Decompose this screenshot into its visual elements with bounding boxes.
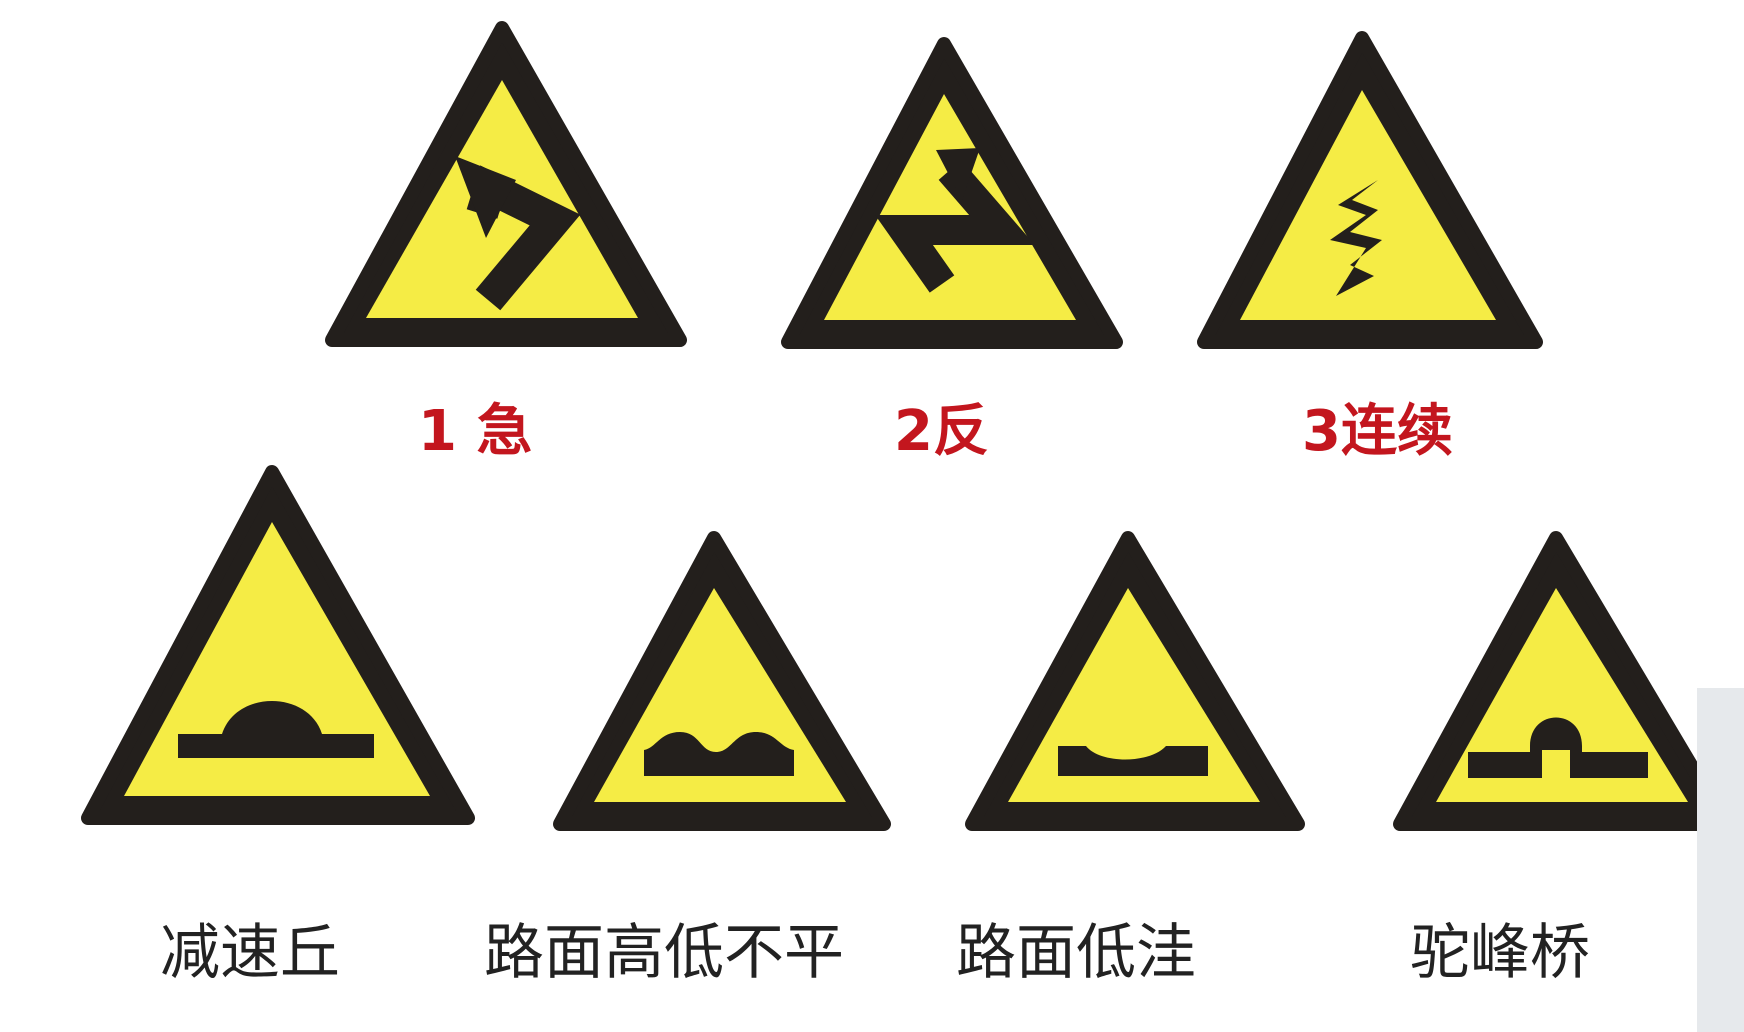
label-hump-bridge: 驼峰桥 xyxy=(1410,918,1590,988)
label-speed-bump: 减速丘 xyxy=(160,918,340,988)
signs-canvas xyxy=(81,21,1733,831)
sign-hump-bridge xyxy=(1393,531,1733,831)
label-uneven-road: 路面高低不平 xyxy=(484,918,844,988)
sign-uneven-road xyxy=(553,531,891,831)
sign-winding-road xyxy=(1197,31,1543,349)
side-panel xyxy=(1697,688,1744,1032)
sign-sharp-curve xyxy=(325,21,687,347)
label-reverse-curve: 2反 xyxy=(894,399,989,464)
label-road-dip: 路面低洼 xyxy=(956,918,1196,988)
label-winding-road: 3连续 xyxy=(1302,399,1453,464)
sign-speed-bump xyxy=(81,465,475,825)
sign-board: 1 急 2反 3连续 减速丘 路面高低不平 路面低洼 驼峰桥 xyxy=(0,0,1744,1032)
label-sharp-curve: 1 急 xyxy=(418,399,533,464)
sign-road-dip xyxy=(965,531,1305,831)
sign-reverse-curve xyxy=(781,37,1123,349)
